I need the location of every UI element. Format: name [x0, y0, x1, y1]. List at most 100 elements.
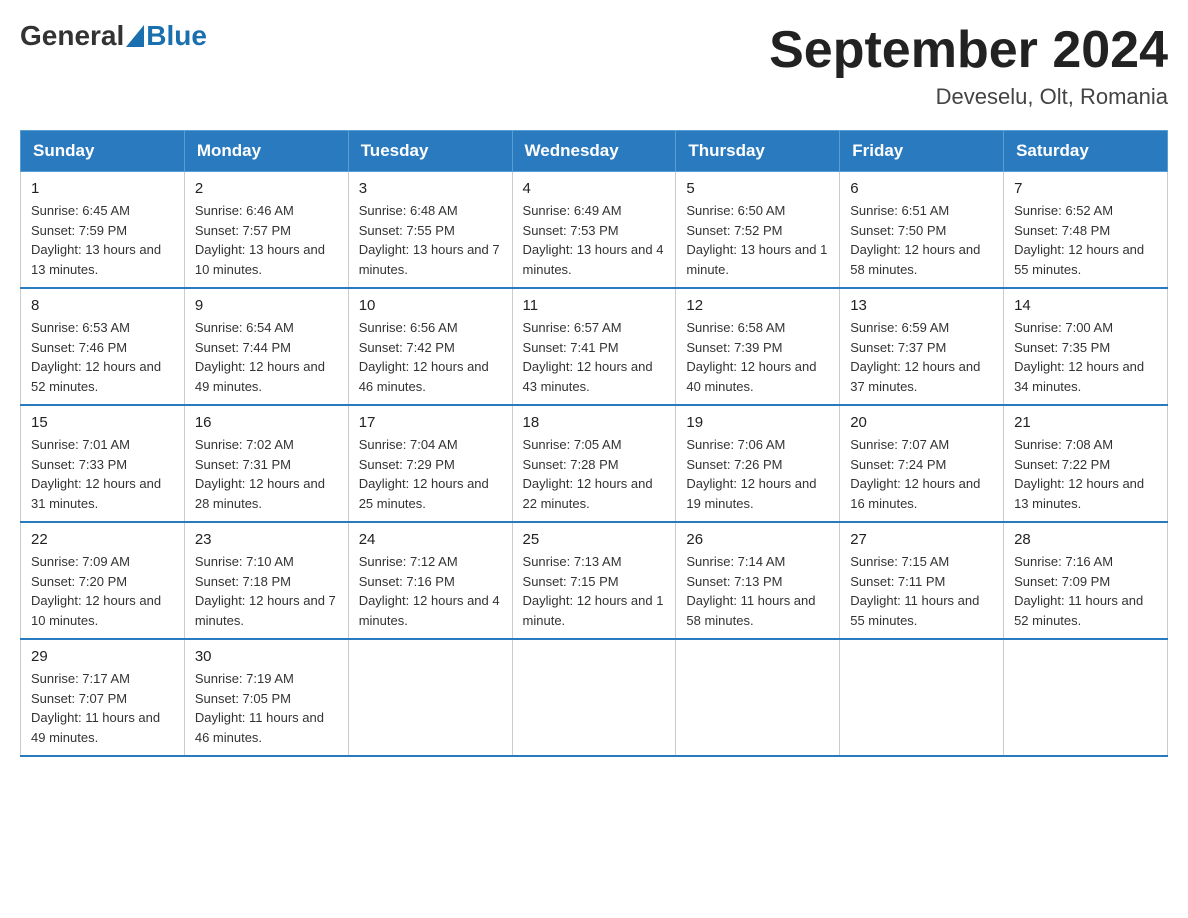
day-number: 24 — [359, 531, 502, 548]
day-info: Sunrise: 7:15 AMSunset: 7:11 PMDaylight:… — [850, 554, 979, 628]
logo-blue-text: Blue — [146, 20, 207, 52]
calendar-week-row: 22 Sunrise: 7:09 AMSunset: 7:20 PMDaylig… — [21, 522, 1168, 639]
day-info: Sunrise: 7:00 AMSunset: 7:35 PMDaylight:… — [1014, 320, 1144, 394]
day-number: 19 — [686, 414, 829, 431]
calendar-day-cell: 11 Sunrise: 6:57 AMSunset: 7:41 PMDaylig… — [512, 288, 676, 405]
calendar-week-row: 15 Sunrise: 7:01 AMSunset: 7:33 PMDaylig… — [21, 405, 1168, 522]
weekday-header-monday: Monday — [184, 131, 348, 172]
day-number: 12 — [686, 297, 829, 314]
day-number: 28 — [1014, 531, 1157, 548]
day-info: Sunrise: 6:46 AMSunset: 7:57 PMDaylight:… — [195, 203, 325, 277]
calendar-week-row: 8 Sunrise: 6:53 AMSunset: 7:46 PMDayligh… — [21, 288, 1168, 405]
location-subtitle: Deveselu, Olt, Romania — [769, 84, 1168, 110]
day-info: Sunrise: 7:17 AMSunset: 7:07 PMDaylight:… — [31, 671, 160, 745]
day-number: 5 — [686, 180, 829, 197]
day-number: 30 — [195, 648, 338, 665]
calendar-day-cell: 19 Sunrise: 7:06 AMSunset: 7:26 PMDaylig… — [676, 405, 840, 522]
day-info: Sunrise: 7:02 AMSunset: 7:31 PMDaylight:… — [195, 437, 325, 511]
day-info: Sunrise: 6:53 AMSunset: 7:46 PMDaylight:… — [31, 320, 161, 394]
calendar-week-row: 29 Sunrise: 7:17 AMSunset: 7:07 PMDaylig… — [21, 639, 1168, 756]
title-section: September 2024 Deveselu, Olt, Romania — [769, 20, 1168, 110]
day-number: 21 — [1014, 414, 1157, 431]
day-number: 25 — [523, 531, 666, 548]
calendar-day-cell — [676, 639, 840, 756]
day-info: Sunrise: 7:09 AMSunset: 7:20 PMDaylight:… — [31, 554, 161, 628]
day-info: Sunrise: 6:50 AMSunset: 7:52 PMDaylight:… — [686, 203, 827, 277]
day-info: Sunrise: 7:16 AMSunset: 7:09 PMDaylight:… — [1014, 554, 1143, 628]
day-number: 2 — [195, 180, 338, 197]
calendar-day-cell: 21 Sunrise: 7:08 AMSunset: 7:22 PMDaylig… — [1004, 405, 1168, 522]
calendar-day-cell — [840, 639, 1004, 756]
calendar-day-cell: 22 Sunrise: 7:09 AMSunset: 7:20 PMDaylig… — [21, 522, 185, 639]
day-info: Sunrise: 7:04 AMSunset: 7:29 PMDaylight:… — [359, 437, 489, 511]
day-number: 4 — [523, 180, 666, 197]
day-info: Sunrise: 6:54 AMSunset: 7:44 PMDaylight:… — [195, 320, 325, 394]
calendar-day-cell — [512, 639, 676, 756]
weekday-header-friday: Friday — [840, 131, 1004, 172]
day-info: Sunrise: 6:56 AMSunset: 7:42 PMDaylight:… — [359, 320, 489, 394]
calendar-day-cell: 12 Sunrise: 6:58 AMSunset: 7:39 PMDaylig… — [676, 288, 840, 405]
calendar-day-cell: 16 Sunrise: 7:02 AMSunset: 7:31 PMDaylig… — [184, 405, 348, 522]
day-number: 29 — [31, 648, 174, 665]
calendar-week-row: 1 Sunrise: 6:45 AMSunset: 7:59 PMDayligh… — [21, 172, 1168, 289]
calendar-day-cell: 24 Sunrise: 7:12 AMSunset: 7:16 PMDaylig… — [348, 522, 512, 639]
day-info: Sunrise: 7:13 AMSunset: 7:15 PMDaylight:… — [523, 554, 664, 628]
day-number: 27 — [850, 531, 993, 548]
day-number: 14 — [1014, 297, 1157, 314]
calendar-day-cell: 20 Sunrise: 7:07 AMSunset: 7:24 PMDaylig… — [840, 405, 1004, 522]
calendar-day-cell: 15 Sunrise: 7:01 AMSunset: 7:33 PMDaylig… — [21, 405, 185, 522]
day-number: 20 — [850, 414, 993, 431]
calendar-day-cell: 6 Sunrise: 6:51 AMSunset: 7:50 PMDayligh… — [840, 172, 1004, 289]
weekday-header-sunday: Sunday — [21, 131, 185, 172]
day-number: 26 — [686, 531, 829, 548]
day-info: Sunrise: 7:10 AMSunset: 7:18 PMDaylight:… — [195, 554, 336, 628]
day-number: 6 — [850, 180, 993, 197]
weekday-header-row: SundayMondayTuesdayWednesdayThursdayFrid… — [21, 131, 1168, 172]
calendar-day-cell: 3 Sunrise: 6:48 AMSunset: 7:55 PMDayligh… — [348, 172, 512, 289]
page-header: General Blue September 2024 Deveselu, Ol… — [20, 20, 1168, 110]
calendar-day-cell: 26 Sunrise: 7:14 AMSunset: 7:13 PMDaylig… — [676, 522, 840, 639]
day-info: Sunrise: 6:49 AMSunset: 7:53 PMDaylight:… — [523, 203, 664, 277]
day-info: Sunrise: 6:45 AMSunset: 7:59 PMDaylight:… — [31, 203, 161, 277]
calendar-day-cell: 27 Sunrise: 7:15 AMSunset: 7:11 PMDaylig… — [840, 522, 1004, 639]
calendar-day-cell: 30 Sunrise: 7:19 AMSunset: 7:05 PMDaylig… — [184, 639, 348, 756]
day-info: Sunrise: 6:48 AMSunset: 7:55 PMDaylight:… — [359, 203, 500, 277]
day-info: Sunrise: 7:08 AMSunset: 7:22 PMDaylight:… — [1014, 437, 1144, 511]
day-info: Sunrise: 7:07 AMSunset: 7:24 PMDaylight:… — [850, 437, 980, 511]
calendar-day-cell: 25 Sunrise: 7:13 AMSunset: 7:15 PMDaylig… — [512, 522, 676, 639]
calendar-day-cell: 23 Sunrise: 7:10 AMSunset: 7:18 PMDaylig… — [184, 522, 348, 639]
calendar-day-cell — [1004, 639, 1168, 756]
day-number: 23 — [195, 531, 338, 548]
day-number: 11 — [523, 297, 666, 314]
day-number: 7 — [1014, 180, 1157, 197]
weekday-header-wednesday: Wednesday — [512, 131, 676, 172]
day-info: Sunrise: 7:05 AMSunset: 7:28 PMDaylight:… — [523, 437, 653, 511]
calendar-day-cell: 9 Sunrise: 6:54 AMSunset: 7:44 PMDayligh… — [184, 288, 348, 405]
calendar-day-cell: 8 Sunrise: 6:53 AMSunset: 7:46 PMDayligh… — [21, 288, 185, 405]
day-number: 22 — [31, 531, 174, 548]
calendar-day-cell: 2 Sunrise: 6:46 AMSunset: 7:57 PMDayligh… — [184, 172, 348, 289]
calendar-day-cell: 18 Sunrise: 7:05 AMSunset: 7:28 PMDaylig… — [512, 405, 676, 522]
logo: General Blue — [20, 20, 207, 52]
calendar-day-cell: 7 Sunrise: 6:52 AMSunset: 7:48 PMDayligh… — [1004, 172, 1168, 289]
calendar-day-cell: 29 Sunrise: 7:17 AMSunset: 7:07 PMDaylig… — [21, 639, 185, 756]
weekday-header-saturday: Saturday — [1004, 131, 1168, 172]
day-number: 15 — [31, 414, 174, 431]
calendar-day-cell — [348, 639, 512, 756]
day-number: 10 — [359, 297, 502, 314]
calendar-table: SundayMondayTuesdayWednesdayThursdayFrid… — [20, 130, 1168, 757]
day-number: 17 — [359, 414, 502, 431]
weekday-header-thursday: Thursday — [676, 131, 840, 172]
day-info: Sunrise: 6:57 AMSunset: 7:41 PMDaylight:… — [523, 320, 653, 394]
day-info: Sunrise: 6:51 AMSunset: 7:50 PMDaylight:… — [850, 203, 980, 277]
calendar-day-cell: 17 Sunrise: 7:04 AMSunset: 7:29 PMDaylig… — [348, 405, 512, 522]
calendar-day-cell: 10 Sunrise: 6:56 AMSunset: 7:42 PMDaylig… — [348, 288, 512, 405]
day-number: 3 — [359, 180, 502, 197]
calendar-day-cell: 13 Sunrise: 6:59 AMSunset: 7:37 PMDaylig… — [840, 288, 1004, 405]
calendar-day-cell: 4 Sunrise: 6:49 AMSunset: 7:53 PMDayligh… — [512, 172, 676, 289]
day-number: 16 — [195, 414, 338, 431]
day-number: 1 — [31, 180, 174, 197]
day-info: Sunrise: 7:01 AMSunset: 7:33 PMDaylight:… — [31, 437, 161, 511]
day-number: 18 — [523, 414, 666, 431]
calendar-day-cell: 28 Sunrise: 7:16 AMSunset: 7:09 PMDaylig… — [1004, 522, 1168, 639]
